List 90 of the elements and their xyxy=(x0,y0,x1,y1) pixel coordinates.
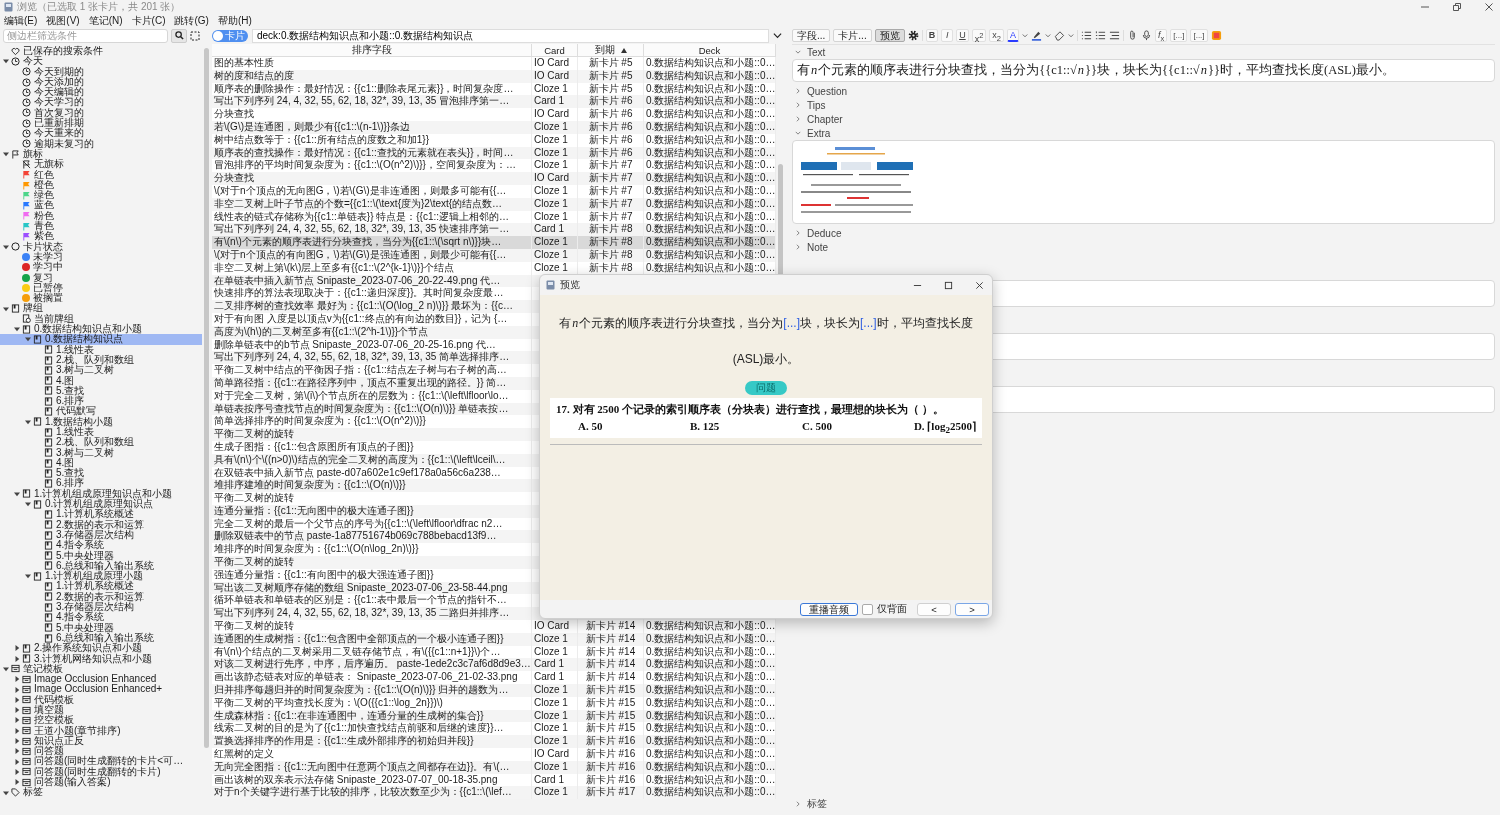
table-cell: IO Card xyxy=(532,108,578,121)
answer-option: D. ⌈log$_{2}$2500⌉ xyxy=(913,420,976,436)
table-cell: 分块查找 xyxy=(212,108,532,121)
table-cell: Card 1 xyxy=(532,95,578,109)
table-cell: 堆排序建堆的时间复杂度为：{{c1::\(O(n)\)}} xyxy=(212,479,532,493)
table-cell: 高度为\(h\)的二叉树至多有{{c1::\(2^h-1\)}}个节点 xyxy=(212,325,532,339)
table-cell: 连通图的生成树指：{{c1::包含图中全部顶点的一个极小连通子图}} xyxy=(212,632,532,646)
table-cell: Cloze 1 xyxy=(532,735,578,749)
table-cell: 新卡片 #14 xyxy=(578,620,644,633)
table-cell: 新卡片 #16 xyxy=(578,760,644,774)
table-cell: 生成子图指：{{c1::包含原图所有顶点的子图}} xyxy=(212,440,532,454)
answer-option: C. 500 xyxy=(801,420,914,436)
table-cell: 新卡片 #6 xyxy=(578,108,644,121)
table-cell: 平衡二叉树的旋转 xyxy=(212,428,532,441)
table-cell: Cloze 1 xyxy=(532,236,578,249)
table-cell: 强连通分量指：{{c1::有向图中的极大强连通子图}} xyxy=(212,568,532,582)
table-cell: 写出下列序列 24, 4, 32, 55, 62, 18, 32*, 39, 13, 35 简单选择排序… xyxy=(212,351,532,365)
table-cell: 新卡片 #6 xyxy=(578,146,644,160)
table-cell: 平衡二叉树的旋转 xyxy=(212,556,532,569)
table-cell: 对该二叉树进行先序，中序，后序遍历。 paste-1ede2c3c7af6d8d9e3… xyxy=(212,658,532,672)
table-cell: 非空二叉树上第\(k\)层上至多有{{c1::\(2^{k-1}\)}}个结点 xyxy=(212,261,532,275)
table-cell: Cloze 1 xyxy=(532,184,578,198)
table-cell: 具有\(n\)个\((n>0)\)结点的完全二叉树的高度为：{{c1::\(\left\lceil\… xyxy=(212,453,532,467)
table-cell: 新卡片 #14 xyxy=(578,658,644,672)
table-cell: \(对于n个顶点的有向图G，\)若\(G\)是强连通图，则最少可能有{{… xyxy=(212,248,532,262)
table-cell: 新卡片 #6 xyxy=(578,121,644,134)
table-cell: Cloze 1 xyxy=(532,696,578,710)
table-cell: 写出下列序列 24, 4, 32, 55, 62, 18, 32*, 39, 13, 35 冒泡排序第一… xyxy=(212,95,532,109)
table-cell: Cloze 1 xyxy=(532,248,578,262)
table-cell: 新卡片 #5 xyxy=(578,69,644,83)
table-cell: Card 1 xyxy=(532,658,578,672)
table-cell: Cloze 1 xyxy=(532,760,578,774)
table-cell: Cloze 1 xyxy=(532,632,578,646)
table-cell: 新卡片 #14 xyxy=(578,632,644,646)
table-cell: 新卡片 #7 xyxy=(578,184,644,198)
table-cell: Cloze 1 xyxy=(532,684,578,697)
table-cell: IO Card xyxy=(532,748,578,761)
table-cell: 新卡片 #7 xyxy=(578,172,644,185)
table-cell: 树的度和结点的度 xyxy=(212,69,532,83)
table-cell: 图的基本性质 xyxy=(212,57,532,70)
table-cell: 单链表按序号查找节点的时间复杂度为：{{c1::\(O(n)\)}} 单链表按… xyxy=(212,402,532,416)
table-cell: IO Card xyxy=(532,69,578,83)
window-title: 浏览（已选取 1 张卡片，共 201 张） xyxy=(17,0,181,14)
table-cell: 分块查找 xyxy=(212,172,532,185)
table-cell: 非空二叉树上叶子节点的个数={{c1::\(\text{度为}2\text{的结点数… xyxy=(212,197,532,211)
table-cell: Cloze 1 xyxy=(532,133,578,147)
table-cell: Cloze 1 xyxy=(532,709,578,723)
table-cell: 新卡片 #15 xyxy=(578,684,644,697)
table-cell: 连通分量指：{{c1::无向图中的极大连通子图}} xyxy=(212,504,532,518)
table-cell: 若\(G\)是连通图，则最少有{{c1::\(n-1\)}}条边 xyxy=(212,121,532,134)
table-cell: 新卡片 #17 xyxy=(578,786,644,800)
table-cell: IO Card xyxy=(532,620,578,633)
table-cell: \(对于n个顶点的无向图G，\)若\(G\)是非连通图，则最多可能有{{… xyxy=(212,184,532,198)
table-cell: 新卡片 #5 xyxy=(578,57,644,70)
table-cell: 归并排序每趟归并的时间复杂度为：{{c1::\(O(n)\)}} 归并的趟数为… xyxy=(212,684,532,697)
table-cell: 新卡片 #15 xyxy=(578,696,644,710)
table-cell: 新卡片 #6 xyxy=(578,95,644,109)
table-cell: 平衡二叉树中结点的平衡因子指：{{c1::结点左子树与右子树的高… xyxy=(212,364,532,377)
table-cell: 新卡片 #8 xyxy=(578,236,644,249)
table-cell: 新卡片 #15 xyxy=(578,709,644,723)
table-cell: 写出该二叉树顺序存储的数组 Snipaste_2023-07-06_23-58-44.png xyxy=(212,581,532,595)
table-cell: 平衡二叉树的旋转 xyxy=(212,620,532,633)
table-cell: 生成森林指：{{c1::在非连通图中，连通分量的生成树的集合}} xyxy=(212,709,532,723)
table-cell: Cloze 1 xyxy=(532,121,578,134)
table-cell: 置换选择排序的作用是：{{c1::生成外部排序的初始归并段}} xyxy=(212,735,532,749)
table-cell: 新卡片 #8 xyxy=(578,248,644,262)
table-cell: IO Card xyxy=(532,57,578,70)
table-cell: 红黑树的定义 xyxy=(212,748,532,761)
table-cell: 有\(n\)个元素的顺序表进行分块查找，当分为{{c1::\(\sqrt n\)}}块… xyxy=(212,236,532,249)
table-cell: Cloze 1 xyxy=(532,197,578,211)
table-cell: 新卡片 #7 xyxy=(578,197,644,211)
table-cell: 无向完全图指：{{c1::无向图中任意两个顶点之间都存在边}}。有\(… xyxy=(212,760,532,774)
table-cell: 平衡二叉树的旋转 xyxy=(212,492,532,505)
table-cell: IO Card xyxy=(532,172,578,185)
table-cell: 写出下列序列 24, 4, 32, 55, 62, 18, 32*, 39, 13, 35 二路归并排序… xyxy=(212,607,532,621)
table-cell: 平衡二叉树的平均查找长度为：\(O({{c1::\log_2n}})\) xyxy=(212,696,532,710)
table-cell: 二叉排序树的查找效率 最好为：{{c1::\(O(\log_2 n)\)}} 最坏为：{{c… xyxy=(212,300,532,313)
table-cell: Cloze 1 xyxy=(532,786,578,800)
table-cell: 新卡片 #16 xyxy=(578,735,644,749)
table-cell: 顺序表的查找操作：最好情况：{{c1::查找的元素就在表头}}，时间… xyxy=(212,146,532,160)
table-cell: 树中结点数等于：{{c1::所有结点的度数之和加1}} xyxy=(212,133,532,147)
table-cell: 删除双链表中的节点 paste-1a87751674b069c788bebacd13f9… xyxy=(212,530,532,544)
table-cell: 对于完全二叉树，第\(i\)个节点所在的层数为：{{c1::\(\left\lfloor\lo… xyxy=(212,389,532,403)
table-cell: 对于n个关键字进行基于比较的排序，比较次数至少为：{{c1::\(\lef… xyxy=(212,786,532,800)
table-cell: 在单链表中插入新节点 Snipaste_2023-07-06_20-22-49.png 代… xyxy=(212,274,532,288)
table-cell: 新卡片 #16 xyxy=(578,748,644,761)
table-cell: 新卡片 #6 xyxy=(578,133,644,147)
table-cell: 对于有向图 入度是以顶点v为{{c1::终点的有向边的数目}}，记为 {… xyxy=(212,312,532,326)
table-cell: Cloze 1 xyxy=(532,146,578,160)
table-cell: 简单路径指：{{c1::在路径序列中，顶点不重复出现的路径。}} 简… xyxy=(212,376,532,390)
